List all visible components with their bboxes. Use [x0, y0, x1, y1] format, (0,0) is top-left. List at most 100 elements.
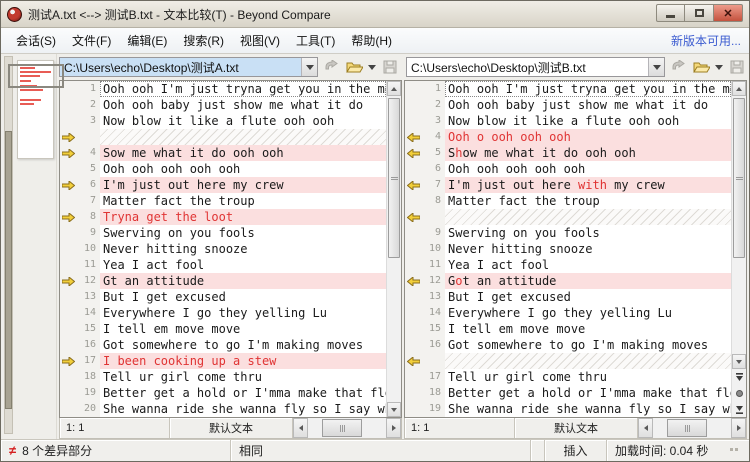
copy-right-arrow-icon[interactable]	[60, 273, 76, 289]
prev-diff-button[interactable]	[732, 369, 746, 385]
code-line[interactable]: She wanna ride she wanna fly so I say wh…	[445, 401, 731, 417]
new-version-link[interactable]: 新版本可用...	[671, 32, 741, 49]
copy-right-arrow-icon[interactable]	[60, 177, 76, 193]
code-line[interactable]: Sow me what it do ooh ooh	[100, 145, 386, 161]
code-line[interactable]: Yea I act fool	[445, 257, 731, 273]
copy-left-arrow-icon[interactable]	[405, 145, 421, 161]
code-line[interactable]: Got somewhere to go I'm making moves	[100, 337, 386, 353]
thumbnail-viewport[interactable]	[8, 64, 64, 88]
code-line[interactable]: Ooh o ooh ooh ooh	[445, 129, 731, 145]
code-line[interactable]: I tell em move move	[445, 321, 731, 337]
copy-left-arrow-icon[interactable]	[405, 353, 421, 369]
right-open-folder-button[interactable]	[691, 57, 711, 77]
diff-thumbnail[interactable]	[17, 60, 54, 159]
scroll-left-button[interactable]	[638, 418, 653, 438]
copy-right-arrow-icon[interactable]	[60, 145, 76, 161]
right-open-dropdown-button[interactable]	[714, 65, 724, 70]
code-line[interactable]: Everywhere I go they yelling Lu	[445, 305, 731, 321]
right-horizontal-scrollbar[interactable]	[638, 418, 746, 438]
copy-left-arrow-icon[interactable]	[405, 177, 421, 193]
scroll-down-button[interactable]	[387, 402, 401, 417]
left-horizontal-scrollbar[interactable]	[293, 418, 401, 438]
code-line[interactable]: Got somewhere to go I'm making moves	[445, 337, 731, 353]
right-scroll-track[interactable]	[732, 96, 746, 354]
missing-line-hatch[interactable]	[445, 353, 731, 369]
menu-item[interactable]: 搜索(R)	[176, 29, 231, 52]
code-line[interactable]: She wanna ride she wanna fly so I say wh…	[100, 401, 386, 417]
right-path-input[interactable]	[407, 58, 648, 76]
code-line[interactable]: Gt an attitude	[100, 273, 386, 289]
scroll-left-button[interactable]	[293, 418, 308, 438]
code-line[interactable]: Swerving on you fools	[445, 225, 731, 241]
diff-map-track[interactable]	[4, 56, 13, 434]
code-line[interactable]: Never hitting snooze	[100, 241, 386, 257]
right-hscroll-thumb[interactable]	[667, 419, 707, 437]
copy-left-arrow-icon[interactable]	[405, 129, 421, 145]
left-path-dropdown-button[interactable]	[301, 58, 317, 76]
left-open-dropdown-button[interactable]	[367, 65, 377, 70]
code-line[interactable]: Tell ur girl come thru	[445, 369, 731, 385]
code-line[interactable]: Better get a hold or I'mma make that flo…	[445, 385, 731, 401]
copy-right-arrow-icon[interactable]	[60, 353, 76, 369]
code-line[interactable]: Ooh ooh I'm just tryna get you in the mo…	[100, 81, 386, 97]
scroll-up-button[interactable]	[732, 81, 746, 96]
maximize-button[interactable]	[685, 4, 714, 22]
code-line[interactable]: I'm just out here with my crew	[445, 177, 731, 193]
code-line[interactable]: Ooh ooh ooh ooh ooh	[445, 161, 731, 177]
copy-left-arrow-icon[interactable]	[405, 273, 421, 289]
code-line[interactable]: I'm just out here my crew	[100, 177, 386, 193]
code-line[interactable]: I tell em move move	[100, 321, 386, 337]
code-line[interactable]: Now blow it like a flute ooh ooh	[100, 113, 386, 129]
scroll-right-button[interactable]	[386, 418, 401, 438]
code-line[interactable]: Now blow it like a flute ooh ooh	[445, 113, 731, 129]
center-diff-button[interactable]	[732, 385, 746, 401]
code-line[interactable]: Swerving on you fools	[100, 225, 386, 241]
code-line[interactable]: But I get excused	[100, 289, 386, 305]
code-line[interactable]: Never hitting snooze	[445, 241, 731, 257]
next-diff-button[interactable]	[732, 401, 746, 417]
left-open-folder-button[interactable]	[344, 57, 364, 77]
scroll-right-button[interactable]	[731, 418, 746, 438]
right-save-button[interactable]	[727, 57, 747, 77]
code-line[interactable]: But I get excused	[445, 289, 731, 305]
minimize-button[interactable]	[656, 4, 685, 22]
left-scroll-track[interactable]	[387, 96, 401, 402]
right-hscroll-track[interactable]	[653, 418, 731, 438]
menu-item[interactable]: 编辑(E)	[120, 29, 174, 52]
left-vertical-scrollbar[interactable]	[386, 81, 401, 417]
code-line[interactable]: Got an attitude	[445, 273, 731, 289]
code-line[interactable]: Ooh ooh baby just show me what it do	[100, 97, 386, 113]
right-path-dropdown-button[interactable]	[648, 58, 664, 76]
copy-left-arrow-icon[interactable]	[405, 209, 421, 225]
code-line[interactable]: Ooh ooh baby just show me what it do	[445, 97, 731, 113]
right-reload-button[interactable]	[668, 57, 688, 77]
left-hscroll-track[interactable]	[308, 418, 386, 438]
code-line[interactable]: Ooh ooh I'm just tryna get you in the mo…	[445, 81, 731, 97]
right-vertical-scrollbar[interactable]	[731, 81, 746, 417]
menu-item[interactable]: 文件(F)	[65, 29, 118, 52]
menu-item[interactable]: 会话(S)	[9, 29, 63, 52]
left-hscroll-thumb[interactable]	[322, 419, 362, 437]
right-pane-editor[interactable]: 1Ooh ooh I'm just tryna get you in the m…	[404, 80, 747, 418]
left-scroll-thumb[interactable]	[388, 98, 400, 258]
missing-line-hatch[interactable]	[445, 209, 731, 225]
scroll-down-button[interactable]	[732, 354, 746, 369]
menu-item[interactable]: 工具(T)	[289, 29, 342, 52]
left-path-input[interactable]	[60, 58, 301, 76]
close-button[interactable]: ✕	[714, 4, 743, 22]
diff-map-thumb[interactable]	[5, 131, 12, 409]
code-line[interactable]: I been cooking up a stew	[100, 353, 386, 369]
scroll-up-button[interactable]	[387, 81, 401, 96]
missing-line-hatch[interactable]	[100, 129, 386, 145]
code-line[interactable]: Matter fact the troup	[445, 193, 731, 209]
resize-grip[interactable]	[729, 447, 741, 454]
code-line[interactable]: Tryna get the loot	[100, 209, 386, 225]
left-reload-button[interactable]	[321, 57, 341, 77]
left-save-button[interactable]	[380, 57, 400, 77]
menu-item[interactable]: 帮助(H)	[344, 29, 399, 52]
code-line[interactable]: Tell ur girl come thru	[100, 369, 386, 385]
copy-right-arrow-icon[interactable]	[60, 129, 76, 145]
left-pane-editor[interactable]: 1Ooh ooh I'm just tryna get you in the m…	[59, 80, 402, 418]
code-line[interactable]: Everywhere I go they yelling Lu	[100, 305, 386, 321]
code-line[interactable]: Yea I act fool	[100, 257, 386, 273]
